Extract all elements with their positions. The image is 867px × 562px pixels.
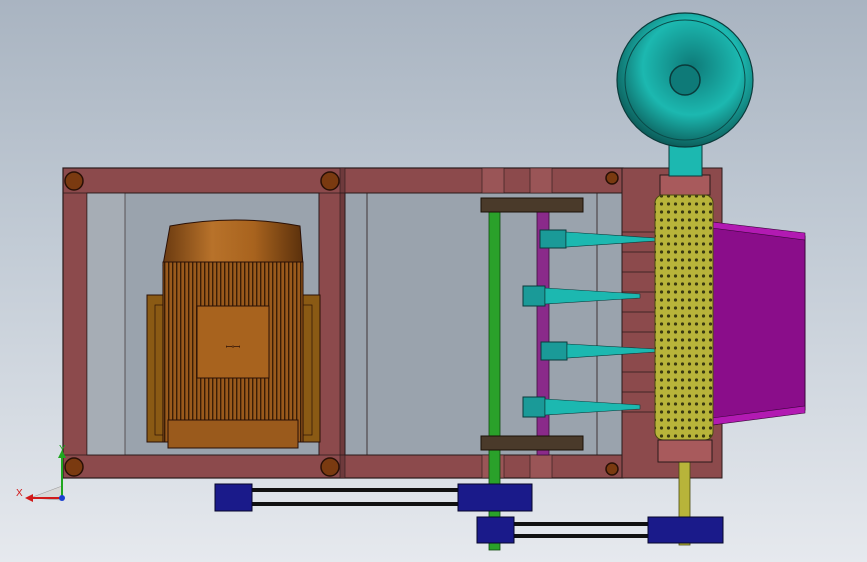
screen-drum[interactable] bbox=[654, 174, 714, 463]
z-axis-dot bbox=[59, 495, 65, 501]
bolt-icon bbox=[64, 171, 84, 191]
drum-pulley bbox=[647, 516, 724, 544]
cad-viewport[interactable]: ꟷꟷ X Y bbox=[0, 0, 867, 562]
drive-bay-opening bbox=[344, 192, 623, 456]
drum-top-collar bbox=[659, 174, 711, 196]
machine-assembly-drawing: ꟷꟷ X Y bbox=[16, 12, 806, 551]
chute-body bbox=[711, 221, 806, 426]
driven-pulley bbox=[457, 483, 533, 512]
motor-end-cap bbox=[162, 219, 304, 266]
left-rail bbox=[86, 192, 126, 456]
brace-bottom-2 bbox=[529, 454, 553, 479]
x-axis-label: X bbox=[16, 488, 23, 499]
x-arrow-head bbox=[25, 494, 33, 502]
drive-pulley bbox=[476, 516, 515, 544]
belt-drive-2[interactable] bbox=[476, 516, 724, 544]
brace-top-1 bbox=[481, 167, 505, 194]
motor-pulley bbox=[214, 483, 253, 512]
bolt-icon bbox=[320, 457, 340, 477]
bolt-icon bbox=[605, 462, 619, 476]
bolt-icon bbox=[605, 171, 619, 185]
electric-motor[interactable]: ꟷꟷ bbox=[146, 219, 321, 449]
frame-divider bbox=[339, 167, 346, 479]
brace-top-2 bbox=[529, 167, 553, 194]
belt-drive-1[interactable] bbox=[214, 483, 533, 512]
top-gear-rack bbox=[480, 197, 584, 213]
outlet-chute[interactable] bbox=[711, 221, 806, 426]
motor-foot bbox=[167, 419, 299, 449]
feed-hopper[interactable] bbox=[616, 12, 754, 177]
perforated-drum bbox=[654, 194, 714, 441]
drum-bottom-collar bbox=[657, 439, 713, 463]
coordinate-triad: X Y bbox=[16, 444, 66, 502]
motor-nameplate-label: ꟷꟷ bbox=[226, 342, 241, 352]
hopper-outlet bbox=[669, 64, 701, 96]
bolt-icon bbox=[320, 171, 340, 191]
y-axis-label: Y bbox=[59, 444, 66, 455]
bottom-gear-rack bbox=[480, 435, 584, 451]
bolt-icon bbox=[64, 457, 84, 477]
